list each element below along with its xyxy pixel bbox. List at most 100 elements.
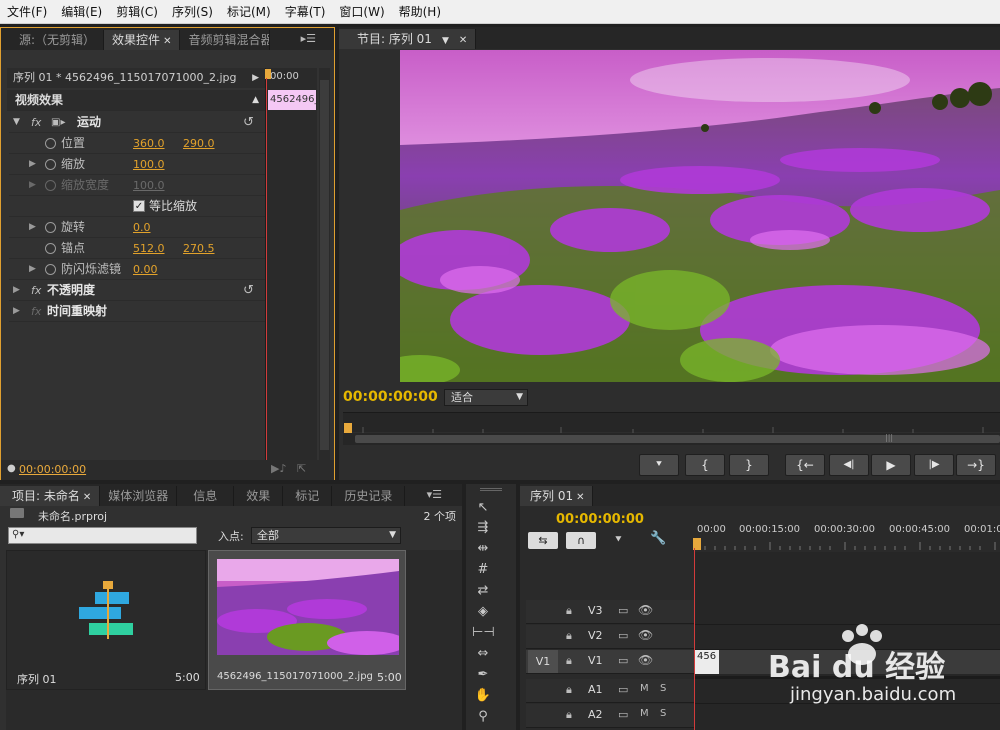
close-icon[interactable]: ✕ xyxy=(459,35,467,46)
wrench-icon[interactable]: 🔧 xyxy=(650,531,666,546)
panel-menu-icon[interactable]: ▸☰ xyxy=(301,32,316,45)
track-name[interactable]: V2 xyxy=(588,629,603,642)
clip-chip[interactable]: 4562496_ xyxy=(268,90,316,110)
mini-scrollbar[interactable] xyxy=(319,68,330,470)
time-remap-row[interactable]: ▶ fx 时间重映射 xyxy=(9,301,265,322)
stopwatch-icon[interactable] xyxy=(45,243,56,254)
marker-icon[interactable]: ⯆ xyxy=(614,533,623,547)
tab-project[interactable]: 项目: 未命名 ✕ xyxy=(0,486,101,506)
collapse-icon[interactable]: ▲ xyxy=(252,90,259,111)
play-audio-icon[interactable]: ▶♪ xyxy=(271,462,286,475)
flicker-value[interactable]: 0.00 xyxy=(133,259,158,280)
magnet-icon[interactable]: ∩ xyxy=(566,532,596,549)
lock-icon[interactable]: 🔒︎ xyxy=(566,654,572,668)
project-item-image[interactable]: 4562496_115017071000_2.jpg 5:00 xyxy=(208,550,406,690)
export-icon[interactable]: ⇱ xyxy=(297,462,306,475)
expand-icon[interactable]: ▶ xyxy=(13,280,20,301)
track-name[interactable]: A2 xyxy=(588,708,603,721)
go-to-in-button[interactable]: {← xyxy=(785,454,825,476)
effect-timecode[interactable]: 00:00:00:00 xyxy=(19,463,86,476)
step-back-button[interactable]: ◀| xyxy=(829,454,869,476)
play-triangle-icon[interactable]: ▶ xyxy=(252,68,259,88)
ripple-edit-tool-icon[interactable]: ⇹ xyxy=(472,541,494,557)
tab-sequence-01[interactable]: 序列 01 ✕ xyxy=(520,486,594,506)
program-timecode[interactable]: 00:00:00:00 xyxy=(343,389,438,405)
film-icon[interactable]: ▭ xyxy=(618,604,628,617)
lock-icon[interactable]: 🔒︎ xyxy=(566,604,572,618)
play-button[interactable]: ▶ xyxy=(871,454,911,476)
source-patch-v1[interactable]: V1 xyxy=(528,650,558,673)
track-select-tool-icon[interactable]: ⇶ xyxy=(472,520,494,536)
lock-icon[interactable]: 🔒︎ xyxy=(566,683,572,697)
eye-icon[interactable]: 👁︎ xyxy=(638,653,653,667)
selection-tool-icon[interactable]: ↖ xyxy=(472,500,494,516)
menu-title[interactable]: 字幕(T) xyxy=(278,0,333,24)
rotation-value[interactable]: 0.0 xyxy=(133,217,151,238)
in-point-dropdown[interactable]: 全部 ▼ xyxy=(251,527,401,544)
eye-icon[interactable]: 👁︎ xyxy=(638,628,653,642)
add-marker-button[interactable]: ⯆ xyxy=(639,454,679,476)
reset-icon[interactable]: ↺ xyxy=(243,280,254,301)
tab-markers[interactable]: 标记 xyxy=(283,486,333,506)
tab-media-browser[interactable]: 媒体浏览器 xyxy=(100,486,178,506)
stopwatch-icon[interactable] xyxy=(45,159,56,170)
menu-window[interactable]: 窗口(W) xyxy=(332,0,391,24)
lock-icon[interactable]: 🔒︎ xyxy=(566,708,572,722)
playhead-marker[interactable] xyxy=(344,423,352,433)
razor-tool-icon[interactable]: ◈ xyxy=(472,604,494,620)
scale-value[interactable]: 100.0 xyxy=(133,154,165,175)
menu-sequence[interactable]: 序列(S) xyxy=(165,0,220,24)
motion-row[interactable]: ▼ fx ▣▸ 运动 ↺ xyxy=(9,112,265,133)
menu-marker[interactable]: 标记(M) xyxy=(220,0,278,24)
solo-button[interactable]: S xyxy=(660,708,666,719)
timeline-ruler[interactable]: 00:00 00:00:15:00 00:00:30:00 00:00:45:0… xyxy=(693,522,1000,552)
stopwatch-icon[interactable] xyxy=(45,222,56,233)
close-icon[interactable]: ✕ xyxy=(576,492,584,503)
position-x-value[interactable]: 360.0 xyxy=(133,133,165,154)
slide-tool-icon[interactable]: ⇔ xyxy=(472,646,494,662)
tab-source[interactable]: 源:（无剪辑） xyxy=(1,30,105,50)
tab-history[interactable]: 历史记录 xyxy=(332,486,406,506)
hand-tool-icon[interactable]: ✋ xyxy=(472,688,494,704)
mark-out-button[interactable]: } xyxy=(729,454,769,476)
snap-button[interactable]: ⇆ xyxy=(528,532,558,549)
scroll-thumb[interactable] xyxy=(320,80,329,450)
tab-effect-controls[interactable]: 效果控件 ✕ xyxy=(104,30,181,50)
rate-stretch-tool-icon[interactable]: ⇄ xyxy=(472,583,494,599)
pen-tool-icon[interactable]: ✒ xyxy=(472,667,494,683)
track-name[interactable]: V3 xyxy=(588,604,603,617)
anchor-y-value[interactable]: 270.5 xyxy=(183,238,215,259)
mute-button[interactable]: M xyxy=(640,708,649,719)
go-to-out-button[interactable]: →} xyxy=(956,454,996,476)
zoom-tool-icon[interactable]: ⚲ xyxy=(472,709,494,725)
eye-icon[interactable]: 👁︎ xyxy=(638,603,653,617)
timeline-clip[interactable]: 456 xyxy=(695,650,719,674)
film-icon[interactable]: ▭ xyxy=(618,683,628,696)
fit-dropdown[interactable]: 适合 ▼ xyxy=(444,389,528,406)
menu-file[interactable]: 文件(F) xyxy=(0,0,54,24)
menu-clip[interactable]: 剪辑(C) xyxy=(109,0,165,24)
menu-edit[interactable]: 编辑(E) xyxy=(54,0,109,24)
expand-icon[interactable]: ▶ xyxy=(29,217,36,238)
anchor-x-value[interactable]: 512.0 xyxy=(133,238,165,259)
lock-icon[interactable]: 🔒︎ xyxy=(566,629,572,643)
stopwatch-icon[interactable] xyxy=(45,138,56,149)
timeline-timecode[interactable]: 00:00:00:00 xyxy=(556,512,644,527)
stopwatch-icon[interactable] xyxy=(45,264,56,275)
close-icon[interactable]: ✕ xyxy=(83,492,91,503)
search-icon[interactable]: ⚲▾ xyxy=(12,529,24,540)
mute-button[interactable]: M xyxy=(640,683,649,694)
reset-icon[interactable]: ↺ xyxy=(243,112,254,133)
program-scrub-ruler[interactable] xyxy=(343,412,1000,433)
mark-in-button[interactable]: { xyxy=(685,454,725,476)
position-y-value[interactable]: 290.0 xyxy=(183,133,215,154)
expand-icon[interactable]: ▶ xyxy=(29,259,36,280)
step-forward-button[interactable]: |▶ xyxy=(914,454,954,476)
tab-audio-clip-mixer[interactable]: 音频剪辑混合器 xyxy=(180,30,271,50)
opacity-row[interactable]: ▶ fx 不透明度 ↺ xyxy=(9,280,265,301)
chevron-down-icon[interactable]: ▼ xyxy=(442,36,449,46)
rolling-edit-tool-icon[interactable]: # xyxy=(472,562,494,578)
film-icon[interactable]: ▭ xyxy=(618,629,628,642)
search-input[interactable]: ⚲▾ xyxy=(8,527,197,544)
close-icon[interactable]: ✕ xyxy=(163,36,171,47)
